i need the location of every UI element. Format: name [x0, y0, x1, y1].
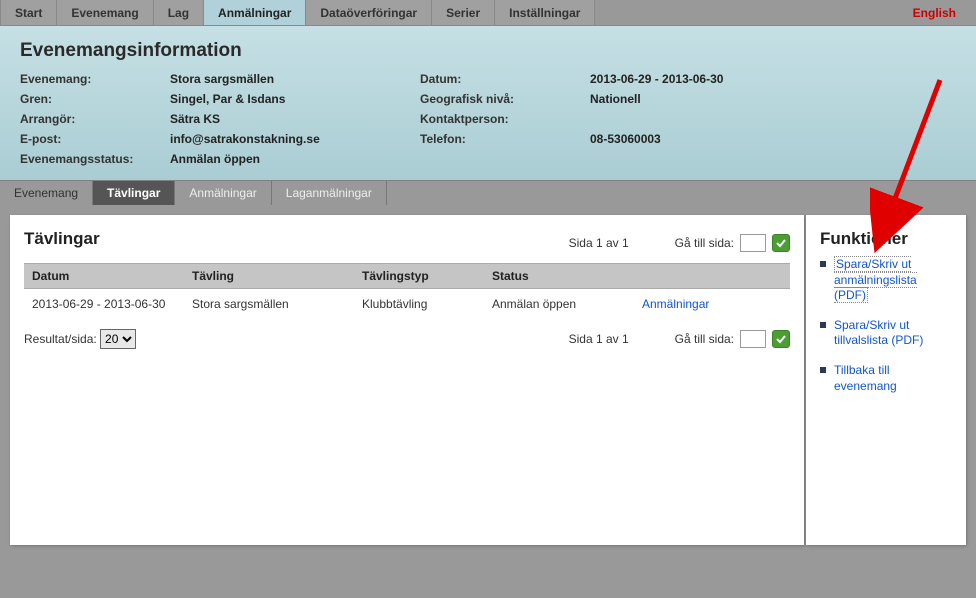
- info-label: Gren:: [20, 92, 170, 106]
- info-value: Anmälan öppen: [170, 152, 420, 166]
- competitions-card: Tävlingar Sida 1 av 1 Gå till sida: Datu…: [10, 215, 804, 545]
- results-per-page: Resultat/sida: 20: [24, 329, 136, 349]
- top-nav: Start Evenemang Lag Anmälningar Dataöver…: [0, 0, 976, 26]
- competitions-heading: Tävlingar: [24, 229, 100, 249]
- info-label: Geografisk nivå:: [420, 92, 590, 106]
- cell-name: Stora sargsmällen: [184, 289, 354, 320]
- info-value: [590, 112, 830, 126]
- paging-bottom: Sida 1 av 1 Gå till sida:: [569, 330, 790, 348]
- info-label: E-post:: [20, 132, 170, 146]
- check-icon: [776, 334, 786, 344]
- function-link-pdf-anmalningslista[interactable]: Spara/Skriv ut anmälningslista (PDF): [834, 256, 917, 303]
- goto-label: Gå till sida:: [675, 236, 734, 250]
- table-header-row: Datum Tävling Tävlingstyp Status: [24, 264, 790, 289]
- competitions-table: Datum Tävling Tävlingstyp Status 2013-06…: [24, 263, 790, 319]
- topnav-tab-evenemang[interactable]: Evenemang: [57, 0, 153, 25]
- function-link-pdf-tillvalslista[interactable]: Spara/Skriv ut tillvalslista (PDF): [834, 318, 923, 348]
- goto-label: Gå till sida:: [675, 332, 734, 346]
- info-value: Stora sargsmällen: [170, 72, 420, 86]
- function-link-back[interactable]: Tillbaka till evenemang: [834, 363, 897, 393]
- info-value: Singel, Par & Isdans: [170, 92, 420, 106]
- event-info-panel: Evenemangsinformation Evenemang: Stora s…: [0, 26, 976, 181]
- info-value: 2013-06-29 - 2013-06-30: [590, 72, 830, 86]
- topnav-tab-lag[interactable]: Lag: [154, 0, 204, 25]
- info-value: Nationell: [590, 92, 830, 106]
- subtab-anmalningar[interactable]: Anmälningar: [175, 181, 271, 205]
- topnav-tab-installningar[interactable]: Inställningar: [495, 0, 595, 25]
- event-info-grid: Evenemang: Stora sargsmällen Datum: 2013…: [20, 72, 956, 166]
- cell-date: 2013-06-29 - 2013-06-30: [24, 289, 184, 320]
- function-item: Spara/Skriv ut tillvalslista (PDF): [820, 318, 952, 349]
- topnav-tab-start[interactable]: Start: [0, 0, 57, 25]
- topnav-tab-serier[interactable]: Serier: [432, 0, 495, 25]
- col-tavlingstyp: Tävlingstyp: [354, 264, 484, 289]
- goto-page-input[interactable]: [740, 234, 766, 252]
- col-status: Status: [484, 264, 634, 289]
- function-item: Spara/Skriv ut anmälningslista (PDF): [820, 257, 952, 304]
- language-switch-link[interactable]: English: [893, 0, 976, 25]
- goto-page-button-bottom[interactable]: [772, 330, 790, 348]
- event-info-heading: Evenemangsinformation: [20, 40, 956, 62]
- subtab-laganmalningar[interactable]: Laganmälningar: [272, 181, 387, 205]
- sub-nav: Evenemang Tävlingar Anmälningar Laganmäl…: [0, 181, 976, 205]
- info-value: [590, 152, 830, 166]
- table-row: 2013-06-29 - 2013-06-30 Stora sargsmälle…: [24, 289, 790, 320]
- info-value: Sätra KS: [170, 112, 420, 126]
- page-info: Sida 1 av 1: [569, 332, 629, 346]
- functions-heading: Funktioner: [820, 229, 952, 249]
- subtab-evenemang[interactable]: Evenemang: [0, 181, 93, 205]
- info-label: [420, 152, 590, 166]
- cell-status: Anmälan öppen: [484, 289, 634, 320]
- check-icon: [776, 238, 786, 248]
- col-action: [634, 264, 790, 289]
- info-label: Arrangör:: [20, 112, 170, 126]
- topnav-tab-anmalningar[interactable]: Anmälningar: [204, 0, 306, 25]
- subtab-tavlingar[interactable]: Tävlingar: [93, 181, 175, 205]
- paging-top: Sida 1 av 1 Gå till sida:: [569, 234, 790, 252]
- info-label: Evenemang:: [20, 72, 170, 86]
- main-area: Tävlingar Sida 1 av 1 Gå till sida: Datu…: [0, 205, 976, 555]
- page-info: Sida 1 av 1: [569, 236, 629, 250]
- functions-list: Spara/Skriv ut anmälningslista (PDF) Spa…: [820, 257, 952, 394]
- cell-type: Klubbtävling: [354, 289, 484, 320]
- info-label: Evenemangsstatus:: [20, 152, 170, 166]
- info-label: Telefon:: [420, 132, 590, 146]
- info-label: Kontaktperson:: [420, 112, 590, 126]
- col-tavling: Tävling: [184, 264, 354, 289]
- functions-card: Funktioner Spara/Skriv ut anmälningslist…: [806, 215, 966, 545]
- row-action-link[interactable]: Anmälningar: [642, 297, 709, 311]
- results-per-page-select[interactable]: 20: [100, 329, 136, 349]
- goto-page-button[interactable]: [772, 234, 790, 252]
- function-item: Tillbaka till evenemang: [820, 363, 952, 394]
- topnav-tab-dataoverforingar[interactable]: Dataöverföringar: [306, 0, 432, 25]
- info-value: 08-53060003: [590, 132, 830, 146]
- info-label: Datum:: [420, 72, 590, 86]
- info-value: info@satrakonstakning.se: [170, 132, 420, 146]
- results-per-page-label: Resultat/sida:: [24, 332, 97, 346]
- col-datum: Datum: [24, 264, 184, 289]
- goto-page-input-bottom[interactable]: [740, 330, 766, 348]
